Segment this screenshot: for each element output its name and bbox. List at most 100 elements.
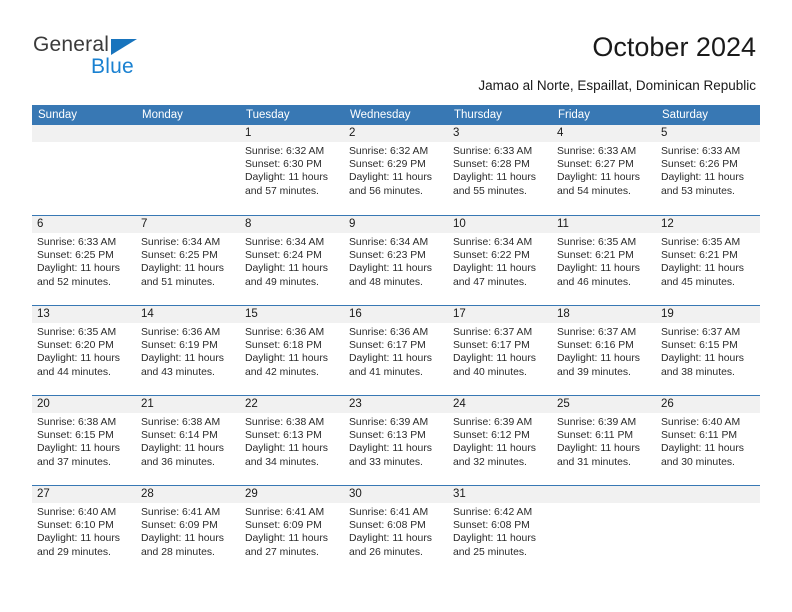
sunset-text: Sunset: 6:12 PM [453,430,530,442]
daylight-text: Daylight: 11 hours and 33 minutes. [349,443,432,468]
weekday-header-saturday: Saturday [662,109,709,121]
day-number: 15 [240,306,344,323]
sunset-text: Sunset: 6:13 PM [245,430,322,442]
calendar-day-cell[interactable]: 22 Sunrise: 6:38 AM Sunset: 6:13 PM Dayligh… [240,396,344,485]
sunrise-text: Sunrise: 6:33 AM [557,146,637,157]
calendar-day-cell[interactable]: 3 Sunrise: 6:33 AM Sunset: 6:28 PM Daylight… [448,125,552,215]
day-details: Sunrise: 6:35 AM Sunset: 6:21 PM Daylight:… [656,233,760,289]
sunset-text: Sunset: 6:11 PM [661,430,738,442]
calendar-grid: Sunday Monday Tuesday Wednesday Thursday… [32,105,760,575]
calendar-day-cell[interactable]: 14 Sunrise: 6:36 AM Sunset: 6:19 PM Dayligh… [136,306,240,395]
calendar-day-cell[interactable]: 19 Sunrise: 6:37 AM Sunset: 6:15 PM Dayligh… [656,306,760,395]
sunrise-text: Sunrise: 6:33 AM [661,146,741,157]
calendar-day-cell[interactable]: 31 Sunrise: 6:42 AM Sunset: 6:08 PM Dayligh… [448,486,552,575]
sunrise-text: Sunrise: 6:36 AM [141,327,221,338]
daylight-text: Daylight: 11 hours and 25 minutes. [453,533,536,558]
day-number: 24 [448,396,552,413]
calendar-day-cell[interactable]: 7 Sunrise: 6:34 AM Sunset: 6:25 PM Daylight… [136,216,240,305]
calendar-day-cell[interactable]: 5 Sunrise: 6:33 AM Sunset: 6:26 PM Daylight… [656,125,760,215]
sunset-text: Sunset: 6:10 PM [37,520,114,532]
day-number [136,125,240,142]
calendar-day-cell[interactable]: 26 Sunrise: 6:40 AM Sunset: 6:11 PM Dayligh… [656,396,760,485]
calendar-day-cell[interactable]: 17 Sunrise: 6:37 AM Sunset: 6:17 PM Dayligh… [448,306,552,395]
daylight-text: Daylight: 11 hours and 37 minutes. [37,443,120,468]
sunset-text: Sunset: 6:09 PM [245,520,322,532]
calendar-day-cell[interactable]: 25 Sunrise: 6:39 AM Sunset: 6:11 PM Dayligh… [552,396,656,485]
page-header: General Blue October 2024 Jamao al Norte… [0,0,792,100]
day-details: Sunrise: 6:32 AM Sunset: 6:29 PM Daylight:… [344,142,448,198]
weekday-header-monday: Monday [142,109,183,121]
sunset-text: Sunset: 6:21 PM [557,250,634,262]
sunrise-text: Sunrise: 6:35 AM [37,327,117,338]
sunrise-text: Sunrise: 6:33 AM [453,146,533,157]
calendar-day-cell[interactable]: 27 Sunrise: 6:40 AM Sunset: 6:10 PM Dayligh… [32,486,136,575]
weekday-header-sunday: Sunday [38,109,78,121]
calendar-day-cell[interactable]: 29 Sunrise: 6:41 AM Sunset: 6:09 PM Dayligh… [240,486,344,575]
sunset-text: Sunset: 6:26 PM [661,159,738,171]
sunrise-text: Sunrise: 6:32 AM [245,146,325,157]
calendar-day-cell-empty [32,125,136,215]
calendar-day-cell[interactable]: 10 Sunrise: 6:34 AM Sunset: 6:22 PM Dayligh… [448,216,552,305]
sunrise-text: Sunrise: 6:39 AM [453,417,533,428]
day-number: 9 [344,216,448,233]
calendar-day-cell[interactable]: 1 Sunrise: 6:32 AM Sunset: 6:30 PM Daylight… [240,125,344,215]
sunrise-text: Sunrise: 6:41 AM [245,507,325,518]
calendar-weeks: 1 Sunrise: 6:32 AM Sunset: 6:30 PM Daylight… [32,125,760,575]
day-number: 3 [448,125,552,142]
weekday-header-tuesday: Tuesday [246,109,290,121]
day-details: Sunrise: 6:39 AM Sunset: 6:11 PM Daylight:… [552,413,656,469]
calendar-day-cell[interactable]: 24 Sunrise: 6:39 AM Sunset: 6:12 PM Dayligh… [448,396,552,485]
sunrise-text: Sunrise: 6:35 AM [661,237,741,248]
calendar-day-cell[interactable]: 23 Sunrise: 6:39 AM Sunset: 6:13 PM Dayligh… [344,396,448,485]
day-number: 27 [32,486,136,503]
sunset-text: Sunset: 6:17 PM [349,340,426,352]
calendar-day-cell[interactable]: 11 Sunrise: 6:35 AM Sunset: 6:21 PM Dayligh… [552,216,656,305]
calendar-day-cell[interactable]: 21 Sunrise: 6:38 AM Sunset: 6:14 PM Dayligh… [136,396,240,485]
calendar-day-cell[interactable]: 12 Sunrise: 6:35 AM Sunset: 6:21 PM Dayligh… [656,216,760,305]
calendar-day-cell[interactable]: 2 Sunrise: 6:32 AM Sunset: 6:29 PM Daylight… [344,125,448,215]
day-details: Sunrise: 6:35 AM Sunset: 6:20 PM Daylight:… [32,323,136,379]
day-number: 29 [240,486,344,503]
day-details: Sunrise: 6:33 AM Sunset: 6:27 PM Daylight:… [552,142,656,198]
sunset-text: Sunset: 6:27 PM [557,159,634,171]
day-number: 28 [136,486,240,503]
day-number: 17 [448,306,552,323]
calendar-day-cell[interactable]: 15 Sunrise: 6:36 AM Sunset: 6:18 PM Dayligh… [240,306,344,395]
day-number: 30 [344,486,448,503]
calendar-day-cell[interactable]: 9 Sunrise: 6:34 AM Sunset: 6:23 PM Daylight… [344,216,448,305]
sunset-text: Sunset: 6:20 PM [37,340,114,352]
sunset-text: Sunset: 6:15 PM [37,430,114,442]
calendar-day-cell[interactable]: 18 Sunrise: 6:37 AM Sunset: 6:16 PM Dayligh… [552,306,656,395]
day-number: 12 [656,216,760,233]
day-details: Sunrise: 6:34 AM Sunset: 6:24 PM Daylight:… [240,233,344,289]
calendar-day-cell[interactable]: 28 Sunrise: 6:41 AM Sunset: 6:09 PM Dayligh… [136,486,240,575]
day-number: 19 [656,306,760,323]
logo-text-general: General [33,33,110,56]
day-number: 6 [32,216,136,233]
calendar-week-row: 13 Sunrise: 6:35 AM Sunset: 6:20 PM Dayligh… [32,305,760,395]
calendar-day-cell[interactable]: 16 Sunrise: 6:36 AM Sunset: 6:17 PM Dayligh… [344,306,448,395]
page-subtitle: Jamao al Norte, Espaillat, Dominican Rep… [478,78,756,93]
day-number: 22 [240,396,344,413]
day-details: Sunrise: 6:42 AM Sunset: 6:08 PM Daylight:… [448,503,552,559]
day-details: Sunrise: 6:36 AM Sunset: 6:17 PM Daylight:… [344,323,448,379]
daylight-text: Daylight: 11 hours and 38 minutes. [661,353,744,378]
calendar-day-cell[interactable]: 30 Sunrise: 6:41 AM Sunset: 6:08 PM Dayligh… [344,486,448,575]
day-details: Sunrise: 6:39 AM Sunset: 6:12 PM Daylight:… [448,413,552,469]
sunset-text: Sunset: 6:19 PM [141,340,218,352]
calendar-day-cell[interactable]: 8 Sunrise: 6:34 AM Sunset: 6:24 PM Daylight… [240,216,344,305]
page-title: October 2024 [592,32,756,62]
daylight-text: Daylight: 11 hours and 28 minutes. [141,533,224,558]
sunrise-text: Sunrise: 6:40 AM [37,507,117,518]
calendar-day-cell[interactable]: 4 Sunrise: 6:33 AM Sunset: 6:27 PM Daylight… [552,125,656,215]
calendar-day-cell[interactable]: 13 Sunrise: 6:35 AM Sunset: 6:20 PM Dayligh… [32,306,136,395]
calendar-day-cell[interactable]: 6 Sunrise: 6:33 AM Sunset: 6:25 PM Daylight… [32,216,136,305]
calendar-week-row: 27 Sunrise: 6:40 AM Sunset: 6:10 PM Dayligh… [32,485,760,575]
day-details: Sunrise: 6:36 AM Sunset: 6:18 PM Daylight:… [240,323,344,379]
day-details: Sunrise: 6:33 AM Sunset: 6:28 PM Daylight:… [448,142,552,198]
day-number: 14 [136,306,240,323]
generalblue-logo[interactable]: General Blue [33,33,213,81]
sunset-text: Sunset: 6:23 PM [349,250,426,262]
calendar-day-cell[interactable]: 20 Sunrise: 6:38 AM Sunset: 6:15 PM Dayligh… [32,396,136,485]
sunrise-text: Sunrise: 6:40 AM [661,417,741,428]
